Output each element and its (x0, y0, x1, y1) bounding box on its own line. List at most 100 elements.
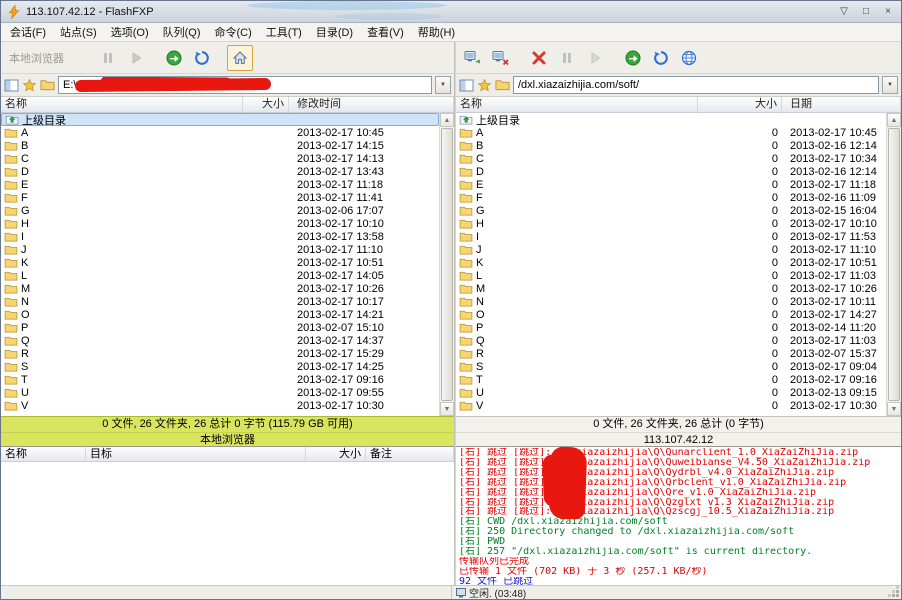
favorites-star-icon[interactable] (477, 78, 492, 93)
remote-pause-queue-button[interactable] (554, 45, 580, 71)
file-row[interactable]: E 2013-02-17 11:18 (1, 178, 439, 191)
queue-column-note[interactable]: 备注 (366, 447, 454, 462)
file-row[interactable]: N 0 2013-02-17 10:11 (456, 295, 886, 308)
file-row[interactable]: C 0 2013-02-17 10:34 (456, 152, 886, 165)
file-row[interactable]: I 2013-02-17 13:58 (1, 230, 439, 243)
file-row[interactable]: F 0 2013-02-16 11:09 (456, 191, 886, 204)
file-row[interactable]: E 0 2013-02-17 11:18 (456, 178, 886, 191)
refresh-button[interactable] (189, 45, 215, 71)
file-row[interactable]: C 2013-02-17 14:13 (1, 152, 439, 165)
column-header-date[interactable]: 日期 (782, 97, 901, 113)
queue-list[interactable] (1, 462, 454, 585)
scroll-down-icon[interactable]: ▼ (440, 402, 454, 416)
maximize-button[interactable]: □ (859, 6, 873, 17)
file-row[interactable]: G 0 2013-02-15 16:04 (456, 204, 886, 217)
start-queue-button[interactable] (123, 45, 149, 71)
panel-view-icon[interactable] (4, 78, 19, 93)
pause-queue-button[interactable] (95, 45, 121, 71)
column-header-name[interactable]: 名称 (456, 97, 698, 113)
file-row[interactable]: I 0 2013-02-17 11:53 (456, 230, 886, 243)
file-row[interactable]: R 2013-02-17 15:29 (1, 347, 439, 360)
file-row[interactable]: J 2013-02-17 11:10 (1, 243, 439, 256)
file-row[interactable]: L 0 2013-02-17 11:03 (456, 269, 886, 282)
file-row[interactable]: V 0 2013-02-17 10:30 (456, 399, 886, 412)
queue-column-target[interactable]: 目标 (86, 447, 306, 462)
menu-item[interactable]: 查看(V) (360, 22, 411, 42)
menu-item[interactable]: 站点(S) (53, 22, 104, 42)
file-row[interactable]: H 2013-02-17 10:10 (1, 217, 439, 230)
file-row[interactable]: S 2013-02-17 14:25 (1, 360, 439, 373)
file-row[interactable]: F 2013-02-17 11:41 (1, 191, 439, 204)
connect-button[interactable] (460, 45, 486, 71)
folder-icon[interactable] (495, 78, 510, 93)
menu-item[interactable]: 帮助(H) (411, 22, 462, 42)
file-row[interactable]: G 2013-02-06 17:07 (1, 204, 439, 217)
scroll-down-icon[interactable]: ▼ (887, 402, 901, 416)
menu-item[interactable]: 队列(Q) (156, 22, 208, 42)
file-row[interactable]: Q 0 2013-02-17 11:03 (456, 334, 886, 347)
path-dropdown-button[interactable]: ▼ (882, 76, 898, 94)
file-row[interactable]: D 2013-02-17 13:43 (1, 165, 439, 178)
file-row[interactable]: D 0 2013-02-16 12:14 (456, 165, 886, 178)
favorites-star-icon[interactable] (22, 78, 37, 93)
remote-scrollbar[interactable]: ▲ ▼ (886, 113, 901, 416)
home-button[interactable] (227, 44, 253, 71)
file-row[interactable]: R 0 2013-02-07 15:37 (456, 347, 886, 360)
file-row[interactable]: N 2013-02-17 10:17 (1, 295, 439, 308)
remote-transfer-button[interactable] (620, 45, 646, 71)
file-row[interactable]: L 2013-02-17 14:05 (1, 269, 439, 282)
menu-item[interactable]: 命令(C) (208, 22, 259, 42)
panel-view-icon[interactable] (459, 78, 474, 93)
remote-refresh-button[interactable] (648, 45, 674, 71)
parent-dir-row[interactable]: 上级目录 (1, 113, 439, 127)
menu-item[interactable]: 会话(F) (3, 22, 53, 42)
scroll-thumb[interactable] (888, 128, 900, 401)
file-row[interactable]: A 2013-02-17 10:45 (1, 126, 439, 139)
file-row[interactable]: U 2013-02-17 09:55 (1, 386, 439, 399)
file-row[interactable]: A 0 2013-02-17 10:45 (456, 126, 886, 139)
file-row[interactable]: V 2013-02-17 10:30 (1, 399, 439, 412)
remote-path-input[interactable]: /dxl.xiazaizhijia.com/soft/ (513, 76, 879, 94)
file-row[interactable]: K 0 2013-02-17 10:51 (456, 256, 886, 269)
file-row[interactable]: T 0 2013-02-17 09:16 (456, 373, 886, 386)
queue-column-name[interactable]: 名称 (1, 447, 86, 462)
column-header-name[interactable]: 名称 (1, 97, 243, 113)
menu-item[interactable]: 工具(T) (259, 22, 309, 42)
abort-button[interactable] (526, 45, 552, 71)
parent-dir-row[interactable]: 上级目录 (456, 113, 886, 127)
file-row[interactable]: P 2013-02-07 15:10 (1, 321, 439, 334)
column-header-time[interactable]: 修改时间 (289, 97, 454, 113)
file-row[interactable]: M 2013-02-17 10:26 (1, 282, 439, 295)
scroll-thumb[interactable] (441, 128, 453, 401)
file-row[interactable]: M 0 2013-02-17 10:26 (456, 282, 886, 295)
file-row[interactable]: Q 2013-02-17 14:37 (1, 334, 439, 347)
menu-item[interactable]: 目录(D) (309, 22, 360, 42)
scroll-up-icon[interactable]: ▲ (440, 113, 454, 127)
quick-connect-button[interactable] (488, 45, 514, 71)
file-row[interactable]: B 0 2013-02-16 12:14 (456, 139, 886, 152)
file-row[interactable]: S 0 2013-02-17 09:04 (456, 360, 886, 373)
scroll-up-icon[interactable]: ▲ (887, 113, 901, 127)
resize-grip[interactable] (888, 586, 900, 598)
file-row[interactable]: O 2013-02-17 14:21 (1, 308, 439, 321)
path-dropdown-button[interactable]: ▼ (435, 76, 451, 94)
menu-item[interactable]: 选项(O) (104, 22, 156, 42)
column-header-size[interactable]: 大小 (243, 97, 289, 113)
file-row[interactable]: U 0 2013-02-13 09:15 (456, 386, 886, 399)
site-browser-button[interactable] (676, 45, 702, 71)
file-row[interactable]: J 0 2013-02-17 11:10 (456, 243, 886, 256)
file-row[interactable]: O 0 2013-02-17 14:27 (456, 308, 886, 321)
minimize-button[interactable]: ▽ (837, 6, 851, 17)
file-row[interactable]: B 2013-02-17 14:15 (1, 139, 439, 152)
local-path-input[interactable]: E:\ (58, 76, 432, 94)
file-row[interactable]: H 0 2013-02-17 10:10 (456, 217, 886, 230)
close-button[interactable]: × (881, 6, 895, 17)
remote-start-queue-button[interactable] (582, 45, 608, 71)
queue-column-size[interactable]: 大小 (306, 447, 366, 462)
file-row[interactable]: K 2013-02-17 10:51 (1, 256, 439, 269)
folder-icon[interactable] (40, 78, 55, 93)
file-row[interactable]: P 0 2013-02-14 11:20 (456, 321, 886, 334)
transfer-button[interactable] (161, 45, 187, 71)
file-row[interactable]: T 2013-02-17 09:16 (1, 373, 439, 386)
local-scrollbar[interactable]: ▲ ▼ (439, 113, 454, 416)
